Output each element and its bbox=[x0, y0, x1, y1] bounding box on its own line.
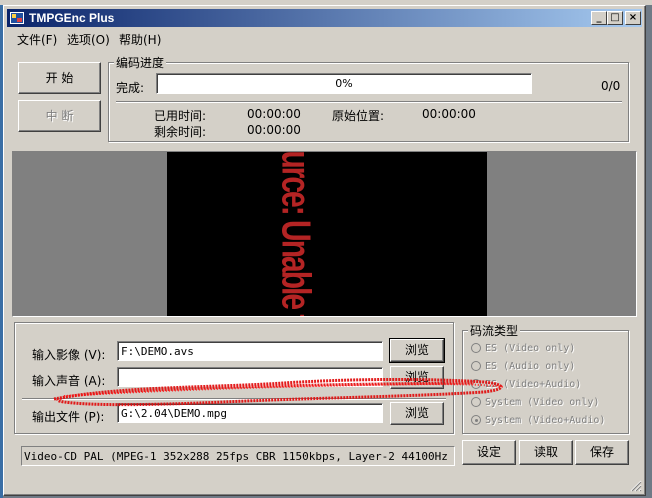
radio-dot-selected bbox=[471, 415, 481, 425]
radio-dot bbox=[471, 343, 481, 353]
preview-area: IPCSource: Unable to open IPC objects. T… bbox=[12, 151, 637, 317]
format-status: Video-CD PAL (MPEG-1 352x288 25fps CBR 1… bbox=[21, 446, 455, 466]
start-button[interactable]: 开 始 bbox=[18, 62, 101, 94]
settings-button[interactable]: 设定 bbox=[462, 440, 516, 465]
progress-divider bbox=[116, 101, 622, 103]
remaining-value: 00:00:00 bbox=[247, 123, 301, 137]
elapsed-value: 00:00:00 bbox=[247, 107, 301, 121]
stream-type-title: 码流类型 bbox=[468, 322, 521, 339]
progress-bar: 0% bbox=[156, 73, 532, 94]
app-icon bbox=[10, 12, 24, 24]
video-preview: IPCSource: Unable to open IPC objects. T… bbox=[167, 152, 487, 316]
remaining-label: 剩余时间: bbox=[154, 125, 207, 139]
radio-dot bbox=[471, 397, 481, 407]
audio-input-field[interactable] bbox=[117, 367, 383, 387]
format-status-text: Video-CD PAL (MPEG-1 352x288 25fps CBR 1… bbox=[24, 450, 455, 463]
files-divider bbox=[22, 398, 446, 400]
video-input-label: 输入影像 (V): bbox=[32, 348, 106, 362]
browse-output-button[interactable]: 浏览 bbox=[390, 402, 444, 425]
source-position-label: 原始位置: bbox=[332, 109, 385, 123]
menu-file[interactable]: 文件(F) bbox=[17, 31, 57, 48]
save-button[interactable]: 保存 bbox=[575, 440, 629, 465]
radio-es-video-only[interactable]: ES (Video only) bbox=[471, 343, 575, 354]
progress-count: 0/0 bbox=[601, 79, 621, 93]
tmpgenc-window: TMPGEnc Plus _ □ × 文件(F) 选项(O) 帮助(H) 开 始… bbox=[3, 5, 646, 496]
browse-audio-button[interactable]: 浏览 bbox=[390, 366, 444, 389]
resize-grip-icon[interactable] bbox=[630, 480, 642, 492]
done-label: 完成: bbox=[116, 81, 145, 95]
output-file-value: G:\2.04\DEMO.mpg bbox=[121, 407, 227, 420]
menu-options[interactable]: 选项(O) bbox=[67, 31, 110, 48]
window-title: TMPGEnc Plus bbox=[29, 11, 115, 25]
video-input-field[interactable]: F:\DEMO.avs bbox=[117, 341, 383, 361]
video-input-value: F:\DEMO.avs bbox=[121, 345, 194, 358]
title-bar: TMPGEnc Plus _ □ × bbox=[7, 9, 642, 27]
radio-dot bbox=[471, 379, 481, 389]
radio-es-video-audio[interactable]: ES (Video+Audio) bbox=[471, 379, 581, 390]
preview-error-message: IPCSource: Unable to open IPC objects. T… bbox=[272, 152, 318, 316]
radio-system-video-only[interactable]: System (Video only) bbox=[471, 397, 599, 408]
maximize-button[interactable]: □ bbox=[607, 11, 623, 25]
radio-label: ES (Video only) bbox=[485, 343, 576, 354]
close-button[interactable]: × bbox=[625, 11, 641, 25]
menu-help[interactable]: 帮助(H) bbox=[119, 31, 161, 48]
radio-label: ES (Video+Audio) bbox=[485, 379, 582, 390]
stop-button[interactable]: 中 断 bbox=[18, 100, 101, 132]
output-file-field[interactable]: G:\2.04\DEMO.mpg bbox=[117, 403, 383, 423]
radio-label: System (Video+Audio) bbox=[485, 415, 606, 426]
radio-label: ES (Audio only) bbox=[485, 361, 576, 372]
menu-bar: 文件(F) 选项(O) 帮助(H) bbox=[7, 28, 642, 47]
load-button[interactable]: 读取 bbox=[519, 440, 573, 465]
output-file-label: 输出文件 (P): bbox=[32, 410, 105, 424]
browse-video-button[interactable]: 浏览 bbox=[389, 338, 445, 363]
radio-dot bbox=[471, 361, 481, 371]
minimize-button[interactable]: _ bbox=[591, 11, 607, 25]
radio-label: System (Video only) bbox=[485, 397, 600, 408]
radio-system-video-audio[interactable]: System (Video+Audio) bbox=[471, 415, 605, 426]
radio-es-audio-only[interactable]: ES (Audio only) bbox=[471, 361, 575, 372]
audio-input-label: 输入声音 (A): bbox=[32, 374, 106, 388]
progress-group-title: 编码进度 bbox=[114, 54, 167, 71]
elapsed-label: 已用时间: bbox=[154, 109, 207, 123]
progress-percent: 0% bbox=[335, 77, 353, 90]
source-position-value: 00:00:00 bbox=[422, 107, 476, 121]
